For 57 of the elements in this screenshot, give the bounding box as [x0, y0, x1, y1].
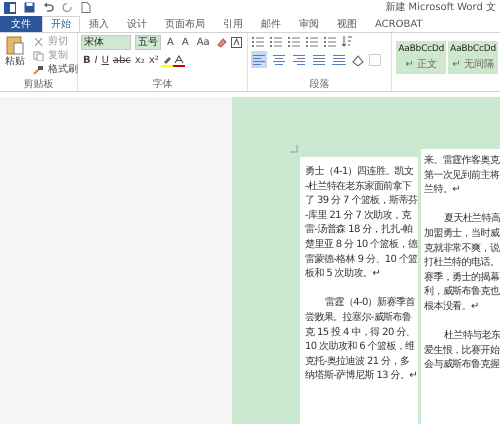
style-sample: AaBbCcDd [450, 43, 496, 56]
clipboard-icon [6, 35, 24, 55]
character-box-icon[interactable] [230, 37, 242, 48]
style-gallery-item[interactable]: AaBbCcDd ↵ 无间隔 [448, 41, 498, 74]
style-sample: AaBbCcDd [398, 43, 444, 56]
font-button[interactable]: Aa [194, 36, 212, 50]
borders-icon[interactable] [368, 54, 381, 66]
word-logo-icon[interactable] [4, 2, 16, 14]
ribbon-tab[interactable]: 视图 [328, 16, 366, 32]
window-title: 新建 Microsoft Word 文 [385, 0, 496, 15]
font-button[interactable]: x₂ [132, 54, 147, 68]
font-button[interactable]: A [180, 36, 191, 50]
ribbon-tab[interactable]: 设计 [118, 16, 156, 32]
brush-icon [33, 65, 44, 75]
clipboard-button[interactable]: 格式刷 [31, 63, 80, 77]
body-paragraph: 雷霆（4-0）新赛季首 尝败果。拉塞尔-威斯布鲁 克 15 投 4 中，得 20 分、 10 次助攻和 6 个篮板，维 克托-奥拉迪波 21 分，多 纳塔斯-萨博尼斯 13 分。↵ [305, 296, 418, 384]
undo-icon[interactable] [43, 2, 54, 13]
group-label: 字体 [151, 79, 174, 91]
ribbon-tab[interactable]: 插入 [80, 16, 118, 32]
ribbon-tab[interactable]: ACROBAT [366, 16, 432, 32]
body-paragraph: 勇士（4-1）四连胜。凯文 -杜兰特在老东家面前拿下 了 39 分 7 个篮板，斯蒂芬 -库里 21 分 7 次助攻，克 雷-汤普森 18 分，扎扎-帕 楚里亚 8 分 10 个篮板，德 雷蒙德-格林 9 分、10 个篮 板和 5 次助攻。↵ [305, 165, 418, 282]
redo-icon[interactable] [62, 2, 73, 13]
save-icon[interactable] [24, 2, 35, 13]
ribbon-tab[interactable]: 审阅 [290, 16, 328, 32]
font-button[interactable]: x² [146, 54, 161, 68]
ribbon-tab[interactable]: 开始 [42, 16, 80, 32]
ribbon-tab[interactable]: 邮件 [252, 16, 290, 32]
bullets-icon[interactable] [250, 36, 265, 46]
shading-icon[interactable] [350, 54, 365, 66]
font-button[interactable]: U [100, 54, 111, 68]
font-button[interactable]: I [92, 54, 100, 68]
font-size-field[interactable]: 五号 [135, 35, 161, 50]
highlighter-icon[interactable] [160, 55, 173, 67]
font-name-field[interactable]: 宋体 [81, 35, 131, 50]
font-button[interactable]: B [81, 54, 93, 68]
body-paragraph: 来。雷霆作客奥克 第一次见到前主将 兰特。↵ [424, 154, 500, 198]
style-name: ↵ 正文 [404, 58, 438, 72]
copy-icon [33, 51, 44, 61]
paste-button[interactable]: 粘贴 [3, 35, 27, 77]
font-button[interactable]: abc [110, 54, 133, 68]
style-name: ↵ 无间隔 [451, 58, 495, 72]
ribbon-tab[interactable]: 文件 [0, 16, 42, 32]
align-button[interactable] [250, 51, 267, 68]
body-paragraph: 夏天杜兰特高 加盟勇士，当时威 克就非常不爽，说 打杜兰特的电话。 赛季，勇士的揭幕 利，威斯布鲁克也 根本没看。↵ [424, 212, 500, 314]
scissors-icon [33, 37, 44, 47]
margin-corner-icon [290, 145, 298, 153]
style-gallery-item[interactable]: AaBbCcDd ↵ 正文 [396, 41, 446, 74]
group-label: 段落 [308, 79, 330, 91]
font-color-icon[interactable] [172, 55, 185, 67]
ribbon-tab[interactable]: 页面布局 [156, 16, 214, 32]
ribbon-tab[interactable]: 引用 [214, 16, 252, 32]
sort-icon[interactable] [340, 35, 353, 47]
font-button[interactable]: A [165, 36, 176, 50]
document-icon[interactable] [81, 2, 91, 13]
body-paragraph: 杜兰特与老东 爱生恨，比赛开始 会与威斯布鲁克握 [424, 329, 500, 372]
eraser-icon[interactable] [216, 37, 227, 48]
group-label: 剪贴板 [22, 79, 54, 91]
